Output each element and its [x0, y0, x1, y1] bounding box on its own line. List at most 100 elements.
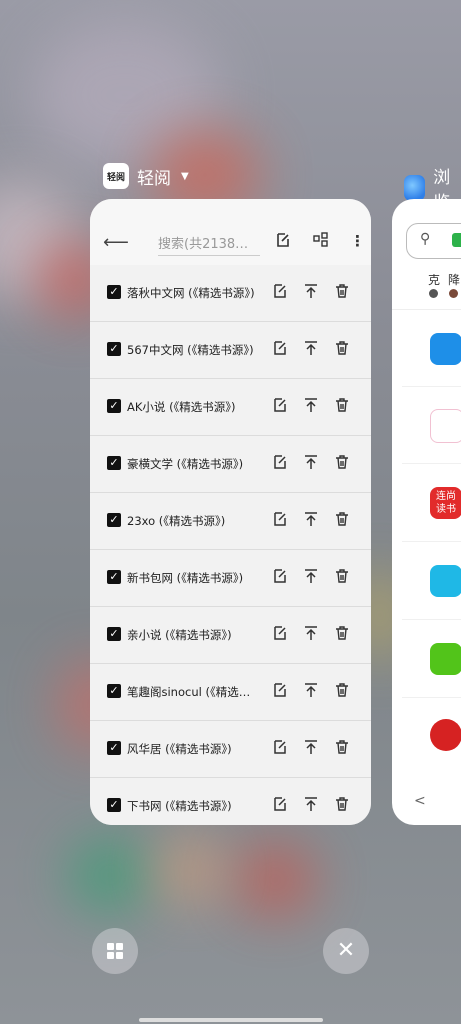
divider	[402, 697, 461, 698]
app-shortcut-icon[interactable]	[430, 719, 461, 751]
source-name: 新书包网 (《精选书源》)	[127, 571, 244, 585]
app-shortcut-icon[interactable]: 连尚 读书	[430, 487, 461, 519]
hot-word-icon	[429, 289, 438, 298]
checkbox-checked-icon[interactable]: ✓	[107, 342, 121, 356]
checkbox-checked-icon[interactable]: ✓	[107, 513, 121, 527]
edit-icon[interactable]	[272, 454, 288, 470]
back-arrow-icon[interactable]: ⟵	[103, 232, 129, 253]
toolbar: ⟵ 搜索(共2138… ⋮	[90, 199, 371, 265]
edit-icon[interactable]	[275, 232, 291, 252]
source-name: AK小说 (《精选书源》)	[127, 400, 236, 414]
list-item[interactable]: ✓ 567中文网 (《精选书源》)	[90, 322, 371, 379]
checkbox-checked-icon[interactable]: ✓	[107, 741, 121, 755]
group-icon[interactable]	[312, 232, 330, 252]
list-item[interactable]: ✓ 亲小说 (《精选书源》)	[90, 607, 371, 664]
recent-app-card[interactable]: ⟵ 搜索(共2138… ⋮ ✓ 落秋中文网 (《精选书源》) ✓ 567中文网 …	[90, 199, 371, 825]
grid-icon	[116, 952, 123, 959]
edit-icon[interactable]	[272, 739, 288, 755]
home-indicator[interactable]	[139, 1018, 323, 1022]
source-name: 下书网 (《精选书源》)	[127, 799, 232, 813]
delete-icon[interactable]	[334, 511, 350, 527]
move-to-top-icon[interactable]	[303, 568, 319, 584]
delete-icon[interactable]	[334, 625, 350, 641]
delete-icon[interactable]	[334, 283, 350, 299]
grid-icon	[107, 943, 114, 950]
divider	[402, 541, 461, 542]
search-underline	[158, 255, 260, 256]
list-item[interactable]: ✓ 下书网 (《精选书源》)	[90, 778, 371, 825]
checkbox-checked-icon[interactable]: ✓	[107, 570, 121, 584]
delete-icon[interactable]	[334, 340, 350, 356]
search-icon: ⚲	[420, 231, 431, 247]
source-list: ✓ 落秋中文网 (《精选书源》) ✓ 567中文网 (《精选书源》) ✓ AK小…	[90, 265, 371, 825]
source-name: 笔趣阁sinocul (《精选书…	[127, 685, 257, 699]
edit-icon[interactable]	[272, 511, 288, 527]
divider	[402, 619, 461, 620]
edit-icon[interactable]	[272, 625, 288, 641]
tile-label: 连尚 读书	[436, 491, 456, 515]
close-all-button[interactable]: ✕	[323, 928, 369, 974]
app-name: 轻阅	[137, 168, 171, 189]
source-name: 落秋中文网 (《精选书源》)	[127, 286, 255, 300]
move-to-top-icon[interactable]	[303, 283, 319, 299]
move-to-top-icon[interactable]	[303, 454, 319, 470]
edit-icon[interactable]	[272, 568, 288, 584]
move-to-top-icon[interactable]	[303, 340, 319, 356]
move-to-top-icon[interactable]	[303, 511, 319, 527]
hot-word-icon	[449, 289, 458, 298]
source-name: 23xo (《精选书源》)	[127, 514, 226, 528]
edit-icon[interactable]	[272, 682, 288, 698]
app-shortcut-icon[interactable]	[430, 565, 461, 597]
list-item[interactable]: ✓ 新书包网 (《精选书源》)	[90, 550, 371, 607]
divider	[402, 386, 461, 387]
checkbox-checked-icon[interactable]: ✓	[107, 285, 121, 299]
recent-app-header[interactable]: 轻阅 轻阅 ▼	[103, 163, 189, 189]
app-shortcut-icon[interactable]	[430, 333, 461, 365]
app-shortcut-icon[interactable]	[430, 643, 461, 675]
back-chevron-icon[interactable]: <	[414, 793, 426, 809]
browser-app-icon	[404, 175, 426, 201]
delete-icon[interactable]	[334, 739, 350, 755]
list-item[interactable]: ✓ 风华居 (《精选书源》)	[90, 721, 371, 778]
move-to-top-icon[interactable]	[303, 397, 319, 413]
list-item[interactable]: ✓ 23xo (《精选书源》)	[90, 493, 371, 550]
edit-icon[interactable]	[272, 340, 288, 356]
edit-icon[interactable]	[272, 397, 288, 413]
source-name: 豪横文学 (《精选书源》)	[127, 457, 244, 471]
hot-word[interactable]: 克	[428, 271, 440, 288]
list-item[interactable]: ✓ 豪横文学 (《精选书源》)	[90, 436, 371, 493]
list-item[interactable]: ✓ 笔趣阁sinocul (《精选书…	[90, 664, 371, 721]
recent-app-card-2[interactable]: ⚲ 克 降 连尚 读书 <	[392, 199, 461, 825]
source-name: 风华居 (《精选书源》)	[127, 742, 232, 756]
grid-icon	[116, 943, 123, 950]
edit-icon[interactable]	[272, 796, 288, 812]
source-name: 567中文网 (《精选书源》)	[127, 343, 254, 357]
move-to-top-icon[interactable]	[303, 625, 319, 641]
checkbox-checked-icon[interactable]: ✓	[107, 399, 121, 413]
edit-icon[interactable]	[272, 283, 288, 299]
delete-icon[interactable]	[334, 682, 350, 698]
hot-word[interactable]: 降	[448, 271, 460, 288]
move-to-top-icon[interactable]	[303, 796, 319, 812]
delete-icon[interactable]	[334, 568, 350, 584]
delete-icon[interactable]	[334, 454, 350, 470]
search-input[interactable]: 搜索(共2138…	[158, 233, 248, 252]
delete-icon[interactable]	[334, 397, 350, 413]
checkbox-checked-icon[interactable]: ✓	[107, 798, 121, 812]
move-to-top-icon[interactable]	[303, 739, 319, 755]
divider	[392, 309, 461, 310]
more-menu-icon[interactable]: ⋮	[350, 232, 365, 250]
move-to-top-icon[interactable]	[303, 682, 319, 698]
list-item[interactable]: ✓ 落秋中文网 (《精选书源》)	[90, 265, 371, 322]
chevron-down-icon[interactable]: ▼	[181, 171, 189, 182]
app-icon: 轻阅	[103, 163, 129, 189]
shield-icon	[452, 233, 461, 247]
delete-icon[interactable]	[334, 796, 350, 812]
app-shortcut-icon[interactable]	[430, 409, 461, 443]
checkbox-checked-icon[interactable]: ✓	[107, 627, 121, 641]
checkbox-checked-icon[interactable]: ✓	[107, 684, 121, 698]
checkbox-checked-icon[interactable]: ✓	[107, 456, 121, 470]
list-item[interactable]: ✓ AK小说 (《精选书源》)	[90, 379, 371, 436]
divider	[402, 463, 461, 464]
app-grid-button[interactable]	[92, 928, 138, 974]
